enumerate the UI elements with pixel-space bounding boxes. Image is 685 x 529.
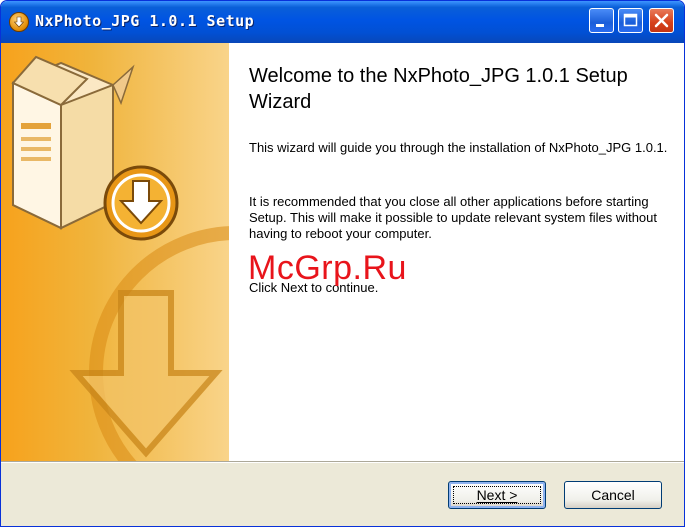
installer-icon (9, 12, 29, 32)
maximize-button[interactable] (618, 8, 643, 33)
software-box-download-icon (11, 55, 229, 461)
cancel-button[interactable]: Cancel (564, 481, 662, 509)
maximize-icon (623, 13, 638, 27)
title-bar[interactable]: NxPhoto_JPG 1.0.1 Setup (1, 1, 684, 43)
site-watermark: McGrp.Ru (248, 249, 407, 287)
setup-window: NxPhoto_JPG 1.0.1 Setup Welcome to the N… (0, 0, 685, 527)
button-area-divider (1, 461, 684, 463)
next-button-label: Next > (476, 487, 518, 503)
close-button[interactable] (649, 8, 674, 33)
wizard-heading: Welcome to the NxPhoto_JPG 1.0.1 Setup W… (249, 65, 628, 113)
close-icon (654, 13, 669, 28)
window-title: NxPhoto_JPG 1.0.1 Setup (35, 12, 255, 30)
minimize-button[interactable] (589, 8, 614, 33)
next-button[interactable]: Next > (448, 481, 546, 509)
recommendation-paragraph: It is recommended that you close all oth… (249, 194, 658, 241)
wizard-side-graphic (1, 43, 229, 461)
intro-paragraph: This wizard will guide you through the i… (249, 140, 668, 155)
minimize-icon (596, 24, 604, 27)
